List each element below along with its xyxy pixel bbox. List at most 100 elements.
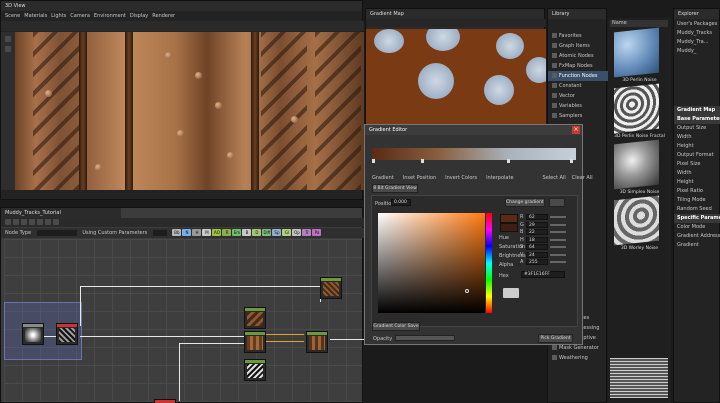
gradient-stop-handle[interactable] (421, 159, 424, 163)
channel-slider[interactable] (550, 216, 566, 218)
2d-viewport[interactable] (366, 29, 546, 129)
noise-thumbnail[interactable] (614, 27, 659, 78)
parameter-row[interactable]: Random Seed (674, 205, 720, 214)
channel-value-field[interactable]: 64 (526, 244, 548, 250)
menu-item[interactable]: Display (130, 13, 148, 19)
channel-value-field[interactable]: 22 (526, 229, 548, 235)
channel-value-field[interactable]: 62 (526, 214, 548, 220)
graph-tool-icon[interactable] (21, 219, 27, 225)
channel-slider[interactable] (550, 253, 566, 256)
gradient-stop-handle[interactable] (507, 159, 510, 163)
graph-tool-icon[interactable] (29, 219, 35, 225)
noise-thumbnail[interactable] (614, 195, 659, 246)
pick-gradient-button[interactable]: Pick Gradient (538, 334, 573, 343)
saturation-value-square[interactable] (378, 213, 485, 313)
parameter-section[interactable]: Gradient Map (674, 106, 720, 115)
channel-chip[interactable]: R (222, 229, 232, 236)
channel-chip[interactable]: Em (232, 229, 242, 236)
graph-node[interactable] (154, 399, 176, 403)
dialog-option-button[interactable] (549, 198, 565, 207)
channel-chip[interactable]: D (252, 229, 262, 236)
channel-chip[interactable]: N (182, 229, 192, 236)
library-item[interactable]: Weathering (548, 353, 608, 363)
channel-chip[interactable]: M (202, 229, 212, 236)
library-item[interactable]: Constant (548, 81, 608, 91)
color-cursor[interactable] (465, 289, 469, 293)
change-gradient-color-button[interactable]: Change gradient color (505, 198, 545, 207)
parameter-row[interactable]: Height (674, 178, 720, 187)
rotate-tool-icon[interactable] (5, 46, 11, 52)
parameter-row[interactable]: Pixel Ratio (674, 187, 720, 196)
menu-item[interactable]: Lights (51, 13, 66, 19)
parameter-row[interactable]: Gradient (674, 241, 720, 250)
channel-chip[interactable]: H (192, 229, 202, 236)
channel-value-field[interactable]: 255 (526, 259, 548, 265)
channel-chip[interactable]: Bb (172, 229, 182, 236)
graph-tool-icon[interactable] (13, 219, 19, 225)
dialog-tab[interactable]: Invert Colors (445, 175, 477, 181)
node-type-select[interactable] (36, 229, 77, 236)
dialog-select-button[interactable]: Select All (543, 175, 566, 181)
library-item[interactable]: FxMap Nodes (548, 61, 608, 71)
menu-item[interactable]: Environment (94, 13, 126, 19)
library-item[interactable]: Graph Items (548, 41, 608, 51)
noise-thumbnail[interactable] (614, 83, 659, 134)
channel-chip[interactable]: Pa (312, 229, 322, 236)
graph-title-tab[interactable]: Muddy_Tracks_Tutorial (1, 208, 121, 218)
eyedropper-icon[interactable] (503, 288, 519, 298)
channel-chip[interactable]: Sp (272, 229, 282, 236)
channel-slider[interactable] (550, 223, 566, 226)
menu-item[interactable]: Materials (24, 13, 47, 19)
library-item[interactable]: Atomic Nodes (548, 51, 608, 61)
gradient-bar[interactable] (372, 148, 576, 160)
channel-value-field[interactable]: 29 (526, 221, 548, 228)
hex-field[interactable]: #3F1E16FF (521, 271, 565, 278)
channel-chip[interactable]: AO (212, 229, 222, 236)
parameter-row[interactable]: Color Mode (674, 223, 720, 232)
noise-thumbnail[interactable] (610, 358, 668, 398)
channel-value-field[interactable]: 18 (526, 236, 548, 243)
dialog-tab[interactable]: Interpolate (486, 175, 513, 181)
parameter-row[interactable]: Muddy_Tracks (674, 29, 720, 38)
channel-slider[interactable] (550, 231, 566, 233)
parameter-row[interactable]: Height (674, 142, 720, 151)
parameter-row[interactable]: Width (674, 169, 720, 178)
parameter-section[interactable]: Base Parameters (674, 115, 720, 124)
graph-node[interactable] (306, 331, 328, 353)
channel-slider[interactable] (550, 238, 566, 241)
close-icon[interactable]: × (572, 126, 580, 134)
noise-thumbnail[interactable] (614, 139, 659, 190)
gradient-stop-handle[interactable] (570, 159, 573, 163)
parameter-row[interactable]: Muddy_Tra... (674, 38, 720, 47)
graph-node[interactable] (56, 323, 78, 345)
graph-node[interactable] (244, 359, 266, 381)
library-item[interactable]: Samplers (548, 111, 608, 121)
graph-node[interactable] (244, 307, 266, 329)
dialog-tab[interactable]: Gradient (372, 175, 394, 181)
parameter-row[interactable]: Tiling Mode (674, 196, 720, 205)
menu-item[interactable]: Scene (5, 13, 20, 19)
parameter-row[interactable]: Output Size (674, 124, 720, 133)
graph-tool-icon[interactable] (37, 219, 43, 225)
library-item[interactable]: Vector (548, 91, 608, 101)
parameter-row[interactable]: Width (674, 133, 720, 142)
position-field[interactable]: 0.000 (391, 199, 411, 206)
opacity-slider[interactable] (395, 335, 455, 341)
menu-item[interactable]: Camera (70, 13, 90, 19)
hdr-view-button[interactable]: 8 Bit Gradient View (372, 184, 418, 193)
select-tool-icon[interactable] (5, 36, 11, 42)
graph-node[interactable] (320, 277, 342, 299)
channel-slider[interactable] (550, 261, 566, 263)
library-item[interactable]: Variables (548, 101, 608, 111)
3d-viewport[interactable] (15, 32, 364, 190)
dialog-tab[interactable]: Inset Position (403, 175, 436, 181)
parameter-section[interactable]: Specific Parameters (674, 214, 720, 223)
hue-slider[interactable] (486, 213, 492, 313)
library-search-input[interactable]: Name (610, 20, 668, 27)
channel-chip[interactable]: Diff (262, 229, 272, 236)
params-select[interactable] (152, 229, 167, 236)
parameter-row[interactable]: Output Format (674, 151, 720, 160)
channel-chip[interactable]: B (242, 229, 252, 236)
graph-tool-icon[interactable] (53, 219, 59, 225)
graph-node[interactable] (244, 331, 266, 353)
